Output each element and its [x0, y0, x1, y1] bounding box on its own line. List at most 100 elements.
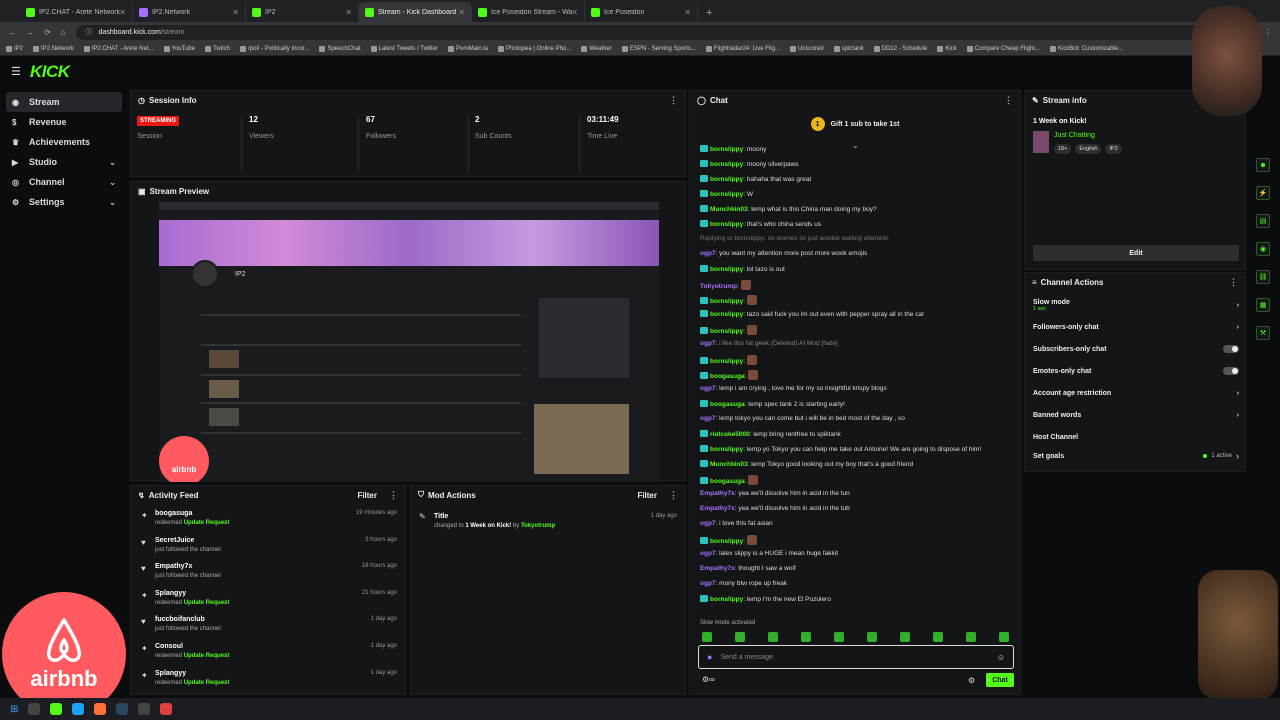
bookmark-item[interactable]: IP2.CHAT - Arete Net... [83, 45, 154, 52]
chat-username[interactable]: bornslippy [710, 191, 743, 198]
more-options-icon[interactable]: ⋮ [669, 490, 678, 501]
activity-user[interactable]: boogasuga [155, 510, 192, 517]
bookmark-item[interactable]: Kick [937, 45, 957, 52]
activity-user[interactable]: SecretJuice [155, 537, 194, 544]
bookmark-item[interactable]: KickBot: Customizable... [1050, 45, 1123, 52]
stream-video[interactable]: IP2 airbnb [159, 202, 659, 482]
channel-action-followers-only-chat[interactable]: Followers-only chat › [1033, 317, 1239, 337]
bookmark-item[interactable]: ESPN - Serving Sports... [621, 45, 696, 52]
activity-user[interactable]: Splangyy [155, 590, 186, 597]
mic-icon[interactable]: ● [707, 652, 712, 662]
firefox-icon[interactable] [94, 703, 107, 715]
bookmark-item[interactable]: IP2 [6, 45, 23, 52]
stream-tag[interactable]: English [1075, 144, 1102, 154]
bookmark-item[interactable]: /pol/ - Politically Incor... [240, 45, 309, 52]
browser-tab[interactable]: IP2 ✕ [246, 2, 359, 22]
mod-filter-button[interactable]: Filter [637, 491, 657, 500]
chat-username[interactable]: bornslippy [710, 596, 743, 603]
more-options-icon[interactable]: ⋮ [389, 490, 398, 501]
channel-action-set-goals[interactable]: Set goals 1 active › [1033, 446, 1239, 466]
chat-username[interactable]: ogp7 [700, 385, 716, 392]
bookmark-item[interactable]: Unscored [789, 45, 824, 52]
bookmark-item[interactable]: SpeechChat [319, 45, 361, 52]
chat-username[interactable]: Munchkin03 [710, 461, 748, 468]
emoji-icon[interactable]: ☺ [997, 653, 1005, 662]
bookmark-item[interactable]: spictank [833, 45, 864, 52]
quick-emote-icon[interactable] [867, 632, 877, 642]
chat-username[interactable]: riotcoke5000 [710, 431, 750, 438]
quick-emote-icon[interactable] [900, 632, 910, 642]
activity-user[interactable]: Consoul [155, 643, 183, 650]
chat-username[interactable]: ogp7 [700, 520, 716, 527]
chat-username[interactable]: bornslippy [710, 146, 743, 153]
chat-username[interactable]: Empathy7x [700, 505, 735, 512]
stream-tag[interactable]: 18+ [1054, 144, 1072, 154]
close-tab-icon[interactable]: ✕ [571, 8, 578, 17]
bookmark-item[interactable]: Twitch [205, 45, 230, 52]
channel-action-host-channel[interactable]: Host Channel [1033, 427, 1239, 447]
chat-username[interactable]: bornslippy [710, 446, 743, 453]
chat-username[interactable]: bornslippy [710, 266, 743, 273]
back-icon[interactable]: ← [8, 28, 16, 37]
chat-username[interactable]: boogasuga [710, 478, 745, 485]
chat-username[interactable]: bornslippy [710, 538, 743, 545]
chat-username[interactable]: Munchkin03 [710, 206, 748, 213]
close-tab-icon[interactable]: ✕ [232, 8, 239, 17]
chat-username[interactable]: ogp7 [700, 250, 716, 257]
close-tab-icon[interactable]: ✕ [458, 8, 465, 17]
forward-icon[interactable]: → [26, 28, 34, 37]
bookmark-item[interactable]: DD12 - Schedule [873, 45, 927, 52]
bookmark-item[interactable]: IP2.Network [33, 45, 74, 52]
activity-user[interactable]: fuccboifanclub [155, 616, 205, 623]
chat-username[interactable]: ogp7 [700, 580, 716, 587]
sidebar-item-channel[interactable]: ◎ Channel ⌄ [6, 172, 122, 192]
activity-user[interactable]: Empathy7x [155, 563, 192, 570]
obs-icon[interactable] [160, 703, 173, 715]
browser-tab[interactable]: Stream - Kick Dashboard ✕ [359, 2, 472, 22]
chat-username[interactable]: bornslippy [710, 161, 743, 168]
quick-emote-icon[interactable] [702, 632, 712, 642]
sidebar-item-revenue[interactable]: $ Revenue [6, 112, 122, 132]
chat-username[interactable]: bornslippy [710, 298, 743, 305]
link-icon[interactable]: ⛓ [1256, 270, 1270, 284]
more-options-icon[interactable]: ⋮ [669, 95, 678, 106]
clipboard-icon[interactable]: ▤ [1256, 214, 1270, 228]
quick-emote-icon[interactable] [735, 632, 745, 642]
sidebar-item-achievements[interactable]: ♛ Achievements [6, 132, 122, 152]
chrome-icon[interactable] [72, 703, 85, 715]
home-icon[interactable]: ⌂ [61, 28, 66, 37]
channel-action-slow-mode[interactable]: Slow mode 1 sec › [1033, 295, 1239, 315]
chat-username[interactable]: Empathy7x [700, 490, 735, 497]
wrench-icon[interactable]: ⚒ [1256, 326, 1270, 340]
chat-input[interactable]: ● Send a message ☺ [698, 645, 1014, 669]
close-tab-icon[interactable]: ✕ [345, 8, 352, 17]
edit-stream-info-button[interactable]: Edit [1033, 245, 1239, 261]
more-options-icon[interactable]: ⋮ [1004, 95, 1013, 106]
channel-action-account-age-restriction[interactable]: Account age restriction › [1033, 383, 1239, 403]
chat-username[interactable]: bornslippy [710, 176, 743, 183]
quick-emote-icon[interactable] [999, 632, 1009, 642]
bookmark-item[interactable]: Weather [581, 45, 612, 52]
menu-icon[interactable]: ☰ [11, 65, 21, 78]
quick-emote-icon[interactable] [768, 632, 778, 642]
quick-emote-icon[interactable] [966, 632, 976, 642]
bookmark-item[interactable]: Photopea | Online Pho... [498, 45, 571, 52]
quick-emote-icon[interactable] [834, 632, 844, 642]
grid-icon[interactable]: ▦ [1256, 298, 1270, 312]
activity-filter-button[interactable]: Filter [357, 491, 377, 500]
kick-logo[interactable]: KICK [30, 62, 70, 82]
bookmark-item[interactable]: YouTube [163, 45, 195, 52]
chat-tools-icon[interactable]: ⚙∞ [702, 675, 715, 684]
quick-emote-icon[interactable] [801, 632, 811, 642]
chat-username[interactable]: Empathy7x [700, 565, 735, 572]
bookmark-item[interactable]: PornMain.la [447, 45, 488, 52]
url-field[interactable]: ⓘ dashboard.kick.com/stream [75, 24, 1224, 40]
taskbar-app-icon[interactable] [28, 703, 41, 715]
close-tab-icon[interactable]: ✕ [684, 8, 691, 17]
toggle-switch[interactable] [1223, 345, 1239, 353]
send-chat-button[interactable]: Chat [986, 673, 1014, 687]
browser-tab[interactable]: Ice Poseidon ✕ [585, 2, 698, 22]
toggle-switch[interactable] [1223, 367, 1239, 375]
windows-start-icon[interactable]: ⊞ [10, 704, 18, 715]
bookmark-item[interactable]: Compare Cheap Flight... [966, 45, 1040, 52]
